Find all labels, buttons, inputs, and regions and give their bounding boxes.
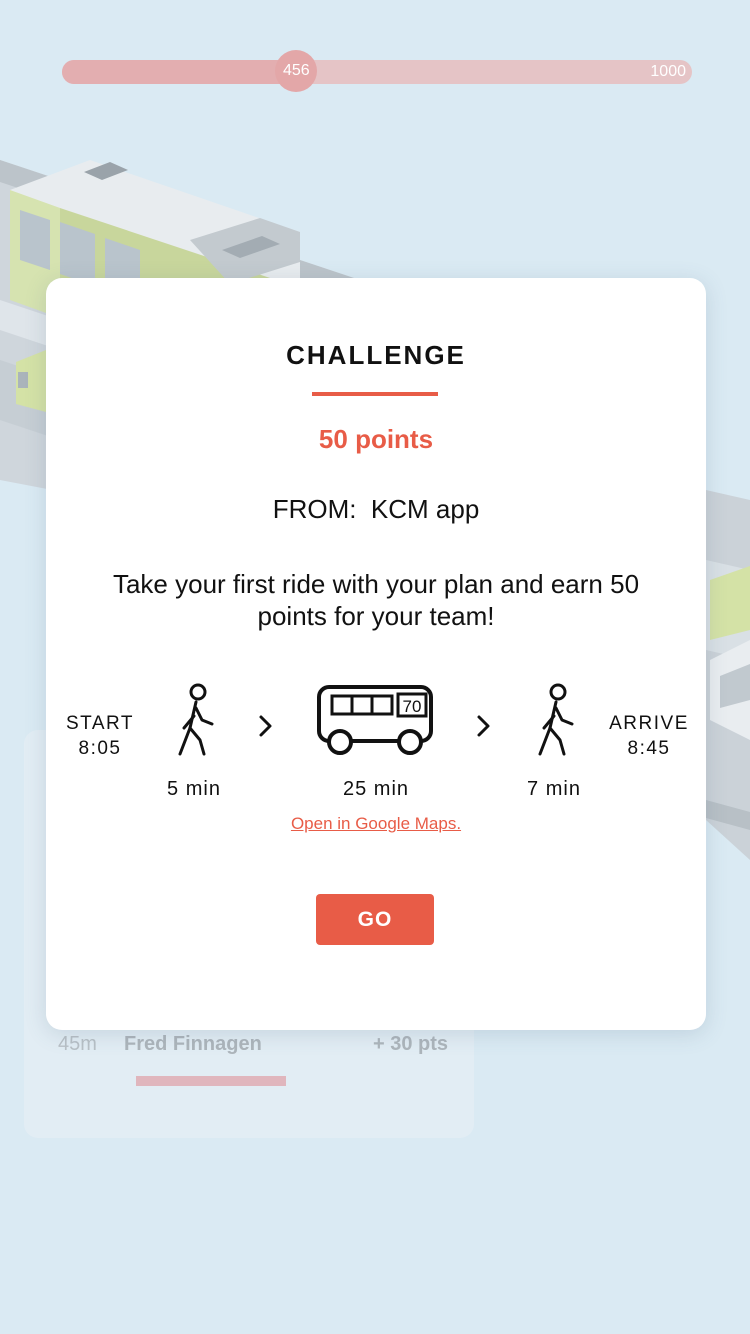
row-points: + 30 pts <box>372 1032 448 1055</box>
chevron-right-icon <box>477 715 490 737</box>
modal-title: CHALLENGE <box>286 340 466 370</box>
start-label: START <box>65 713 135 734</box>
row-highlight-bar <box>136 1076 286 1086</box>
leaderboard-row: 45m Fred Finnagen + 30 pts <box>58 1030 448 1058</box>
go-button[interactable]: GO <box>316 894 434 945</box>
points-reward: 50 points <box>318 424 434 454</box>
challenge-modal: CHALLENGE 50 points FROM: KCM app Take y… <box>46 278 706 1030</box>
trip-start: START 8:05 <box>56 711 144 761</box>
challenge-sender: FROM: KCM app <box>272 494 480 524</box>
points-progress-bar: 456 1000 <box>62 50 692 92</box>
arrive-time: 8:45 <box>627 738 671 759</box>
challenge-description: Take your first ride with your plan and … <box>112 569 640 631</box>
walking-person-icon <box>538 683 574 756</box>
progress-max-label: 1000 <box>650 63 686 80</box>
walk-duration-1: 5 min <box>167 778 221 800</box>
progress-value: 456 <box>283 62 310 79</box>
row-name: Fred Finnagen <box>124 1032 262 1055</box>
bus-duration: 25 min <box>342 778 410 800</box>
row-time: 45m <box>58 1032 97 1055</box>
walk-duration-2: 7 min <box>527 778 581 800</box>
open-google-maps-link[interactable]: Open in Google Maps. <box>46 814 706 834</box>
bus-icon: 70 <box>317 685 433 755</box>
trip-arrive: ARRIVE 8:45 <box>602 711 696 761</box>
arrive-label: ARRIVE <box>609 713 689 734</box>
bus-route-number: 70 <box>403 697 422 716</box>
progress-fill <box>62 60 297 84</box>
start-time: 8:05 <box>78 738 122 759</box>
title-divider <box>312 392 438 396</box>
walking-person-icon <box>178 683 214 756</box>
chevron-right-icon <box>259 715 272 737</box>
